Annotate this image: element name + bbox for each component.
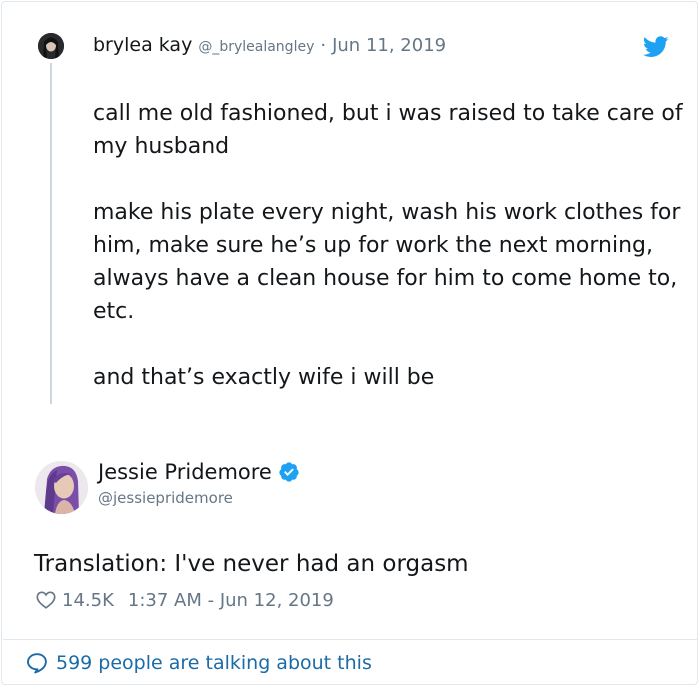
- header-separator: ·: [320, 35, 327, 56]
- twitter-bird-icon[interactable]: [643, 36, 669, 58]
- reply-timestamp[interactable]: 1:37 AM - Jun 12, 2019: [128, 590, 334, 611]
- conversation-link[interactable]: 599 people are talking about this: [25, 651, 372, 675]
- reply-meta-row: 14.5K 1:37 AM - Jun 12, 2019: [35, 589, 334, 611]
- quoted-paragraph: call me old fashioned, but i was raised …: [93, 101, 683, 159]
- tweet-embed-card: brylea kay @_brylealangley · Jun 11, 201…: [1, 1, 698, 685]
- quoted-tweet-header: brylea kay @_brylealangley · Jun 11, 201…: [93, 34, 446, 60]
- footer-divider: [3, 639, 698, 640]
- quoted-paragraph: make his plate every night, wash his wor…: [93, 200, 681, 324]
- reply-author-row: Jessie Pridemore: [98, 460, 300, 484]
- brylea-avatar[interactable]: [38, 33, 64, 59]
- heart-icon[interactable]: [35, 589, 57, 611]
- conversation-label[interactable]: 599 people are talking about this: [56, 652, 372, 674]
- profile-photo-icon: [38, 33, 64, 59]
- like-count[interactable]: 14.5K: [62, 590, 114, 611]
- reply-author-handle[interactable]: @jessiepridemore: [98, 489, 233, 507]
- quoted-tweet-date[interactable]: Jun 11, 2019: [332, 35, 446, 56]
- profile-photo-icon: [35, 461, 88, 514]
- thread-connector-line: [50, 63, 52, 404]
- reply-author-name[interactable]: Jessie Pridemore: [98, 460, 272, 484]
- quoted-paragraph: and that’s exactly wife i will be: [93, 365, 435, 390]
- reply-tweet-text: Translation: I've never had an orgasm: [34, 551, 469, 577]
- jessie-avatar[interactable]: [35, 461, 88, 514]
- quoted-author-handle[interactable]: @_brylealangley: [198, 39, 314, 55]
- quoted-author-name[interactable]: brylea kay: [93, 34, 192, 56]
- quoted-tweet-text: call me old fashioned, but i was raised …: [93, 97, 683, 394]
- verified-badge-icon: [279, 462, 299, 482]
- speech-bubble-icon: [27, 653, 47, 674]
